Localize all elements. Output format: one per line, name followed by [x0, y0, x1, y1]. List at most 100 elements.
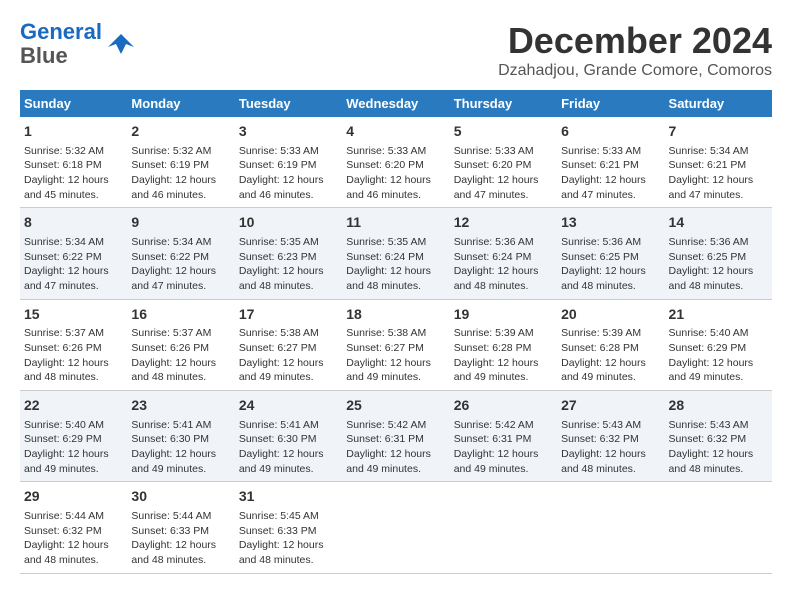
- daylight-label: Daylight: 12 hours and 48 minutes.: [346, 264, 445, 293]
- daylight-label: Daylight: 12 hours and 49 minutes.: [346, 447, 445, 476]
- calendar-cell: 19 Sunrise: 5:39 AM Sunset: 6:28 PM Dayl…: [450, 299, 557, 390]
- daylight-label: Daylight: 12 hours and 48 minutes.: [24, 356, 123, 385]
- daylight-label: Daylight: 12 hours and 47 minutes.: [669, 173, 768, 202]
- sunset-info: Sunset: 6:31 PM: [454, 432, 553, 447]
- sunset-info: Sunset: 6:29 PM: [669, 341, 768, 356]
- sunset-info: Sunset: 6:33 PM: [239, 524, 338, 539]
- sunset-info: Sunset: 6:19 PM: [131, 158, 230, 173]
- calendar-cell: 2 Sunrise: 5:32 AM Sunset: 6:19 PM Dayli…: [127, 117, 234, 208]
- calendar-cell: 25 Sunrise: 5:42 AM Sunset: 6:31 PM Dayl…: [342, 391, 449, 482]
- sunset-info: Sunset: 6:20 PM: [454, 158, 553, 173]
- calendar-cell: 21 Sunrise: 5:40 AM Sunset: 6:29 PM Dayl…: [665, 299, 772, 390]
- sunrise-info: Sunrise: 5:34 AM: [669, 144, 768, 159]
- sunrise-info: Sunrise: 5:38 AM: [239, 326, 338, 341]
- day-number: 9: [131, 213, 230, 233]
- logo-bird-icon: [106, 29, 136, 59]
- daylight-label: Daylight: 12 hours and 46 minutes.: [346, 173, 445, 202]
- sunset-info: Sunset: 6:22 PM: [24, 250, 123, 265]
- logo-text: GeneralBlue: [20, 20, 102, 68]
- sunset-info: Sunset: 6:32 PM: [669, 432, 768, 447]
- daylight-label: Daylight: 12 hours and 49 minutes.: [454, 447, 553, 476]
- calendar-cell: [557, 482, 664, 573]
- sunrise-info: Sunrise: 5:44 AM: [24, 509, 123, 524]
- day-number: 23: [131, 396, 230, 416]
- daylight-label: Daylight: 12 hours and 48 minutes.: [239, 538, 338, 567]
- sunset-info: Sunset: 6:24 PM: [346, 250, 445, 265]
- day-number: 8: [24, 213, 123, 233]
- day-number: 25: [346, 396, 445, 416]
- sunset-info: Sunset: 6:31 PM: [346, 432, 445, 447]
- calendar-cell: 18 Sunrise: 5:38 AM Sunset: 6:27 PM Dayl…: [342, 299, 449, 390]
- calendar-cell: 1 Sunrise: 5:32 AM Sunset: 6:18 PM Dayli…: [20, 117, 127, 208]
- week-row-4: 22 Sunrise: 5:40 AM Sunset: 6:29 PM Dayl…: [20, 391, 772, 482]
- calendar-cell: 27 Sunrise: 5:43 AM Sunset: 6:32 PM Dayl…: [557, 391, 664, 482]
- header-tuesday: Tuesday: [235, 90, 342, 117]
- day-number: 6: [561, 122, 660, 142]
- sunrise-info: Sunrise: 5:33 AM: [561, 144, 660, 159]
- daylight-label: Daylight: 12 hours and 48 minutes.: [454, 264, 553, 293]
- calendar-cell: 26 Sunrise: 5:42 AM Sunset: 6:31 PM Dayl…: [450, 391, 557, 482]
- calendar-cell: 15 Sunrise: 5:37 AM Sunset: 6:26 PM Dayl…: [20, 299, 127, 390]
- day-number: 21: [669, 305, 768, 325]
- daylight-label: Daylight: 12 hours and 48 minutes.: [561, 264, 660, 293]
- day-number: 30: [131, 487, 230, 507]
- daylight-label: Daylight: 12 hours and 49 minutes.: [346, 356, 445, 385]
- calendar-cell: 10 Sunrise: 5:35 AM Sunset: 6:23 PM Dayl…: [235, 208, 342, 299]
- day-number: 10: [239, 213, 338, 233]
- sunset-info: Sunset: 6:26 PM: [131, 341, 230, 356]
- sunset-info: Sunset: 6:25 PM: [561, 250, 660, 265]
- day-number: 13: [561, 213, 660, 233]
- day-number: 29: [24, 487, 123, 507]
- sunset-info: Sunset: 6:26 PM: [24, 341, 123, 356]
- day-number: 14: [669, 213, 768, 233]
- calendar-table: SundayMondayTuesdayWednesdayThursdayFrid…: [20, 90, 772, 574]
- sunrise-info: Sunrise: 5:33 AM: [239, 144, 338, 159]
- calendar-cell: 24 Sunrise: 5:41 AM Sunset: 6:30 PM Dayl…: [235, 391, 342, 482]
- week-row-5: 29 Sunrise: 5:44 AM Sunset: 6:32 PM Dayl…: [20, 482, 772, 573]
- daylight-label: Daylight: 12 hours and 48 minutes.: [24, 538, 123, 567]
- day-number: 3: [239, 122, 338, 142]
- header-monday: Monday: [127, 90, 234, 117]
- sunrise-info: Sunrise: 5:35 AM: [346, 235, 445, 250]
- sunset-info: Sunset: 6:23 PM: [239, 250, 338, 265]
- daylight-label: Daylight: 12 hours and 48 minutes.: [561, 447, 660, 476]
- daylight-label: Daylight: 12 hours and 49 minutes.: [454, 356, 553, 385]
- daylight-label: Daylight: 12 hours and 46 minutes.: [239, 173, 338, 202]
- week-row-1: 1 Sunrise: 5:32 AM Sunset: 6:18 PM Dayli…: [20, 117, 772, 208]
- sunset-info: Sunset: 6:28 PM: [561, 341, 660, 356]
- sunset-info: Sunset: 6:18 PM: [24, 158, 123, 173]
- sunset-info: Sunset: 6:32 PM: [24, 524, 123, 539]
- sunrise-info: Sunrise: 5:41 AM: [239, 418, 338, 433]
- calendar-cell: [342, 482, 449, 573]
- sunset-info: Sunset: 6:29 PM: [24, 432, 123, 447]
- calendar-cell: 16 Sunrise: 5:37 AM Sunset: 6:26 PM Dayl…: [127, 299, 234, 390]
- sunrise-info: Sunrise: 5:40 AM: [24, 418, 123, 433]
- sunrise-info: Sunrise: 5:43 AM: [669, 418, 768, 433]
- sunrise-info: Sunrise: 5:33 AM: [454, 144, 553, 159]
- sunrise-info: Sunrise: 5:36 AM: [669, 235, 768, 250]
- daylight-label: Daylight: 12 hours and 47 minutes.: [561, 173, 660, 202]
- sunset-info: Sunset: 6:22 PM: [131, 250, 230, 265]
- week-row-3: 15 Sunrise: 5:37 AM Sunset: 6:26 PM Dayl…: [20, 299, 772, 390]
- sunrise-info: Sunrise: 5:34 AM: [24, 235, 123, 250]
- daylight-label: Daylight: 12 hours and 48 minutes.: [131, 538, 230, 567]
- sunset-info: Sunset: 6:27 PM: [239, 341, 338, 356]
- daylight-label: Daylight: 12 hours and 45 minutes.: [24, 173, 123, 202]
- sunrise-info: Sunrise: 5:39 AM: [561, 326, 660, 341]
- header-friday: Friday: [557, 90, 664, 117]
- sunrise-info: Sunrise: 5:41 AM: [131, 418, 230, 433]
- day-number: 24: [239, 396, 338, 416]
- sunset-info: Sunset: 6:30 PM: [131, 432, 230, 447]
- sunset-info: Sunset: 6:24 PM: [454, 250, 553, 265]
- page-header: GeneralBlue December 2024 Dzahadjou, Gra…: [20, 20, 772, 80]
- sunrise-info: Sunrise: 5:36 AM: [454, 235, 553, 250]
- day-number: 19: [454, 305, 553, 325]
- daylight-label: Daylight: 12 hours and 48 minutes.: [669, 447, 768, 476]
- sunset-info: Sunset: 6:27 PM: [346, 341, 445, 356]
- calendar-cell: 23 Sunrise: 5:41 AM Sunset: 6:30 PM Dayl…: [127, 391, 234, 482]
- sunset-info: Sunset: 6:21 PM: [561, 158, 660, 173]
- sunrise-info: Sunrise: 5:37 AM: [131, 326, 230, 341]
- sunrise-info: Sunrise: 5:45 AM: [239, 509, 338, 524]
- daylight-label: Daylight: 12 hours and 49 minutes.: [669, 356, 768, 385]
- daylight-label: Daylight: 12 hours and 48 minutes.: [669, 264, 768, 293]
